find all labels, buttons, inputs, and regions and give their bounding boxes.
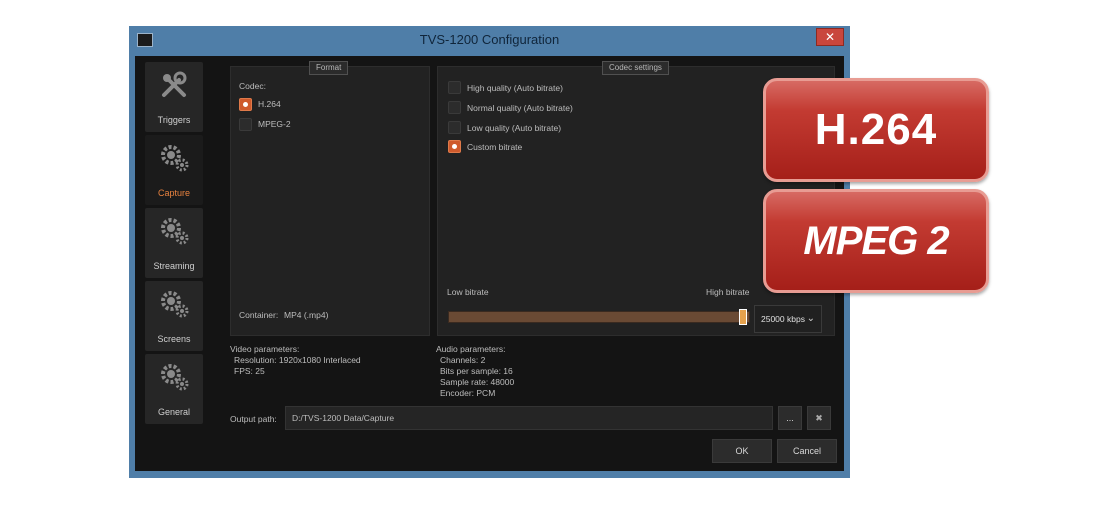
audio-rate: Sample rate: 48000	[440, 377, 515, 387]
audio-params-heading: Audio parameters:	[436, 344, 506, 354]
normal-quality-label[interactable]: Normal quality (Auto bitrate)	[467, 103, 573, 113]
ok-button[interactable]: OK	[712, 439, 772, 463]
gears-icon	[161, 291, 189, 318]
audio-channels: Channels: 2	[440, 355, 486, 365]
codec-label: Codec:	[239, 81, 266, 91]
output-path-field[interactable]: D:/TVS-1200 Data/Capture	[285, 406, 773, 430]
tools-icon	[162, 71, 187, 97]
output-path-label: Output path:	[230, 414, 277, 424]
codec-h264-radio[interactable]	[239, 98, 252, 111]
close-button[interactable]: ✕	[816, 28, 844, 46]
sidebar-item-triggers[interactable]: Triggers	[145, 62, 203, 132]
container-label: Container:	[239, 310, 279, 320]
high-quality-label[interactable]: High quality (Auto bitrate)	[467, 83, 563, 93]
gears-icon	[161, 364, 189, 391]
codec-mpeg2-radio[interactable]	[239, 118, 252, 131]
title-bar[interactable]: TVS-1200 Configuration ✕	[129, 26, 850, 54]
audio-encoder: Encoder: PCM	[440, 388, 496, 398]
custom-bitrate-radio[interactable]	[448, 140, 461, 153]
video-resolution: Resolution: 1920x1080 Interlaced	[234, 355, 361, 365]
mpeg2-badge: MPEG 2	[763, 189, 989, 293]
browse-button[interactable]: ...	[778, 406, 802, 430]
bitrate-value: 25000 kbps	[761, 314, 805, 324]
gears-icon	[161, 145, 189, 172]
bitrate-dropdown[interactable]: 25000 kbps ⌄	[754, 305, 822, 333]
normal-quality-radio[interactable]	[448, 101, 461, 114]
client-area: Triggers Capture Streaming Screens Gener…	[135, 56, 844, 471]
window-title: TVS-1200 Configuration	[419, 32, 560, 47]
format-tab: Format	[309, 61, 349, 75]
sidebar-item-label: Screens	[157, 334, 191, 344]
output-path-value: D:/TVS-1200 Data/Capture	[292, 413, 395, 423]
sidebar-item-label: Triggers	[157, 115, 191, 125]
sidebar-item-capture[interactable]: Capture	[145, 135, 203, 205]
audio-bits: Bits per sample: 16	[440, 366, 513, 376]
format-panel: Format Codec: H.264 MPEG-2 Container: MP…	[230, 61, 430, 336]
sidebar-item-streaming[interactable]: Streaming	[145, 208, 203, 278]
config-window: TVS-1200 Configuration ✕ Triggers Captur…	[129, 26, 850, 478]
high-bitrate-label: High bitrate	[706, 287, 750, 297]
cancel-button[interactable]: Cancel	[777, 439, 837, 463]
custom-bitrate-label[interactable]: Custom bitrate	[467, 142, 522, 152]
video-fps: FPS: 25	[234, 366, 265, 376]
mpeg2-badge-text: MPEG 2	[803, 219, 949, 263]
sidebar-item-label: Streaming	[153, 261, 195, 271]
sidebar-item-label: Capture	[157, 188, 191, 198]
codec-h264-label[interactable]: H.264	[258, 99, 281, 109]
sidebar-item-screens[interactable]: Screens	[145, 281, 203, 351]
low-quality-label[interactable]: Low quality (Auto bitrate)	[467, 123, 561, 133]
high-quality-radio[interactable]	[448, 81, 461, 94]
low-bitrate-label: Low bitrate	[447, 287, 489, 297]
container-value: MP4 (.mp4)	[284, 310, 329, 320]
codec-mpeg2-label[interactable]: MPEG-2	[258, 119, 291, 129]
codec-settings-tab: Codec settings	[602, 61, 669, 75]
bitrate-slider-thumb[interactable]	[739, 309, 747, 325]
h264-badge-text: H.264	[814, 105, 938, 154]
sidebar-item-general[interactable]: General	[145, 354, 203, 424]
h264-badge: H.264	[763, 78, 989, 182]
gears-icon	[161, 218, 189, 245]
bitrate-slider[interactable]	[448, 309, 750, 325]
chevron-down-icon: ⌄	[806, 313, 815, 324]
sidebar-item-label: General	[157, 407, 191, 417]
video-params-heading: Video parameters:	[230, 344, 300, 354]
clear-path-button[interactable]: ✖	[807, 406, 831, 430]
low-quality-radio[interactable]	[448, 121, 461, 134]
